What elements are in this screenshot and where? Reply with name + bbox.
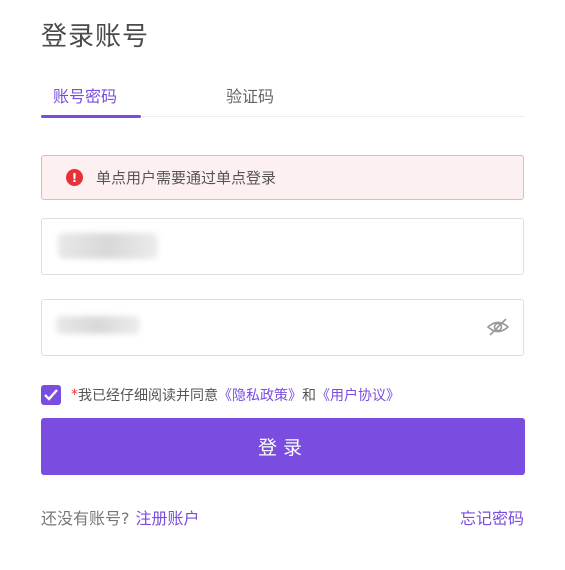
forgot-password-link[interactable]: 忘记密码 [460,505,524,529]
redacted-password [56,316,140,334]
login-tabs: 账号密码 验证码 [41,72,525,118]
tab-verification-code[interactable]: 验证码 [226,83,274,107]
login-button[interactable]: 登录 [41,418,525,475]
alert-message: 单点用户需要通过单点登录 [96,169,277,187]
page-title: 登录账号 [41,22,150,52]
user-agreement-link[interactable]: 《用户协议》 [316,385,400,405]
agreement-checkbox[interactable] [41,385,61,405]
register-prompt: 还没有账号? 注册账户 [41,505,200,529]
tab-account-password[interactable]: 账号密码 [41,83,129,107]
agreement-text: 我已经仔细阅读并同意 [78,388,218,404]
error-icon: ! [66,169,83,186]
check-icon [44,389,58,401]
error-alert: ! 单点用户需要通过单点登录 [41,155,524,200]
privacy-policy-link[interactable]: 《隐私政策》 [218,385,302,405]
eye-hidden-icon[interactable] [487,317,509,337]
username-input[interactable] [41,218,524,275]
agreement-row: * 我已经仔细阅读并同意 《隐私政策》 和 《用户协议》 [41,385,400,405]
password-input[interactable] [41,299,524,356]
required-mark: * [71,387,78,403]
agreement-conjunction: 和 [302,388,316,404]
no-account-text: 还没有账号? [41,509,130,528]
redacted-username [58,233,158,259]
active-tab-indicator [41,115,141,118]
register-link[interactable]: 注册账户 [136,509,200,528]
